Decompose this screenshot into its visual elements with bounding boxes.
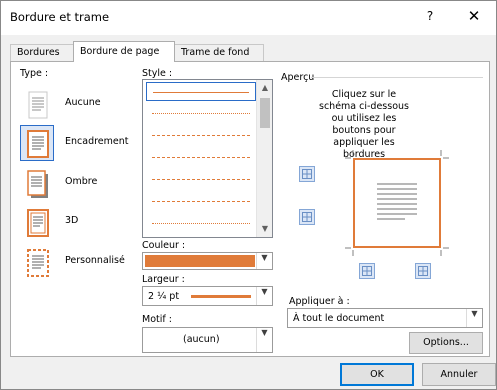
tab-label: Trame de fond xyxy=(181,47,250,58)
type-none-label: Aucune xyxy=(65,97,101,108)
apply-to-label: Appliquer à : xyxy=(289,296,350,307)
right-border-button[interactable] xyxy=(415,263,431,279)
type-none[interactable]: Aucune xyxy=(20,86,136,122)
type-3d-label: 3D xyxy=(65,215,79,226)
dialog-title: Bordure et trame xyxy=(10,10,110,24)
type-3d[interactable]: 3D xyxy=(20,204,136,240)
type-none-icon xyxy=(20,86,54,122)
top-border-button[interactable] xyxy=(299,166,315,182)
width-select[interactable]: 2 ¼ pt ▼ xyxy=(142,286,273,306)
preview-text-lines xyxy=(377,183,417,220)
ok-button[interactable]: OK xyxy=(340,363,414,386)
tab-label: Bordures xyxy=(17,47,60,58)
type-box[interactable]: Encadrement xyxy=(20,125,136,161)
type-shadow-label: Ombre xyxy=(65,176,98,187)
type-box-label: Encadrement xyxy=(65,136,129,147)
tab-label: Bordure de page xyxy=(80,46,160,57)
cancel-button[interactable]: Annuler xyxy=(422,363,496,386)
chevron-down-icon[interactable]: ▼ xyxy=(256,253,272,269)
style-list-scrollbar[interactable]: ▲ ▼ xyxy=(256,80,272,237)
tab-trame-de-fond[interactable]: Trame de fond xyxy=(174,44,264,61)
width-sample-line xyxy=(191,295,251,298)
close-button[interactable]: ✕ xyxy=(463,7,485,29)
art-label: Motif : xyxy=(142,314,172,325)
type-shadow-icon xyxy=(20,165,54,201)
apply-to-select[interactable]: À tout le document ▼ xyxy=(287,308,483,328)
scroll-up-icon[interactable]: ▲ xyxy=(257,80,272,96)
width-value: 2 ¼ pt xyxy=(148,291,180,302)
color-select[interactable]: ▼ xyxy=(142,252,273,270)
width-label: Largeur : xyxy=(142,274,185,285)
style-option[interactable] xyxy=(146,148,256,167)
color-label: Couleur : xyxy=(142,240,186,251)
type-3d-icon xyxy=(20,204,54,240)
type-custom-icon xyxy=(20,244,54,280)
color-swatch xyxy=(145,255,255,267)
type-shadow[interactable]: Ombre xyxy=(20,165,136,201)
style-option[interactable] xyxy=(146,104,256,123)
art-select[interactable]: (aucun) ▼ xyxy=(142,327,273,353)
type-custom-label: Personnalisé xyxy=(65,255,125,266)
left-border-button[interactable] xyxy=(359,263,375,279)
border-shading-dialog: Bordure et trame ? ✕ Bordures Bordure de… xyxy=(0,0,497,390)
style-option[interactable] xyxy=(146,192,256,211)
scroll-thumb[interactable] xyxy=(260,98,270,128)
preview-label: Aperçu xyxy=(281,72,315,83)
type-label: Type : xyxy=(20,68,49,79)
chevron-down-icon[interactable]: ▼ xyxy=(466,309,482,327)
right-border-icon xyxy=(418,266,428,276)
options-button[interactable]: Options... xyxy=(409,332,483,354)
bottom-border-button[interactable] xyxy=(299,209,315,225)
bottom-border-icon xyxy=(302,212,312,222)
help-button[interactable]: ? xyxy=(421,9,439,27)
top-border-icon xyxy=(302,169,312,179)
style-option[interactable] xyxy=(146,82,256,101)
style-option[interactable] xyxy=(146,214,256,233)
style-option[interactable] xyxy=(146,126,256,145)
tab-panel: Type : Aucune Encadrement Ombre 3D Perso… xyxy=(10,61,490,357)
type-box-icon xyxy=(20,125,54,161)
style-option[interactable] xyxy=(146,170,256,189)
art-value: (aucun) xyxy=(183,334,220,345)
preview-separator xyxy=(311,77,483,78)
scroll-down-icon[interactable]: ▼ xyxy=(257,221,272,237)
left-border-icon xyxy=(362,266,372,276)
title-bar: Bordure et trame ? ✕ xyxy=(1,1,496,35)
chevron-down-icon[interactable]: ▼ xyxy=(256,287,272,305)
apply-to-value: À tout le document xyxy=(293,313,385,324)
tab-bordures[interactable]: Bordures xyxy=(10,44,74,61)
preview-page[interactable] xyxy=(353,158,441,248)
style-label: Style : xyxy=(142,68,173,79)
chevron-down-icon[interactable]: ▼ xyxy=(256,328,272,352)
tab-bordure-de-page[interactable]: Bordure de page xyxy=(73,41,175,62)
style-list[interactable]: ▲ ▼ xyxy=(142,79,273,238)
type-custom[interactable]: Personnalisé xyxy=(20,244,136,280)
